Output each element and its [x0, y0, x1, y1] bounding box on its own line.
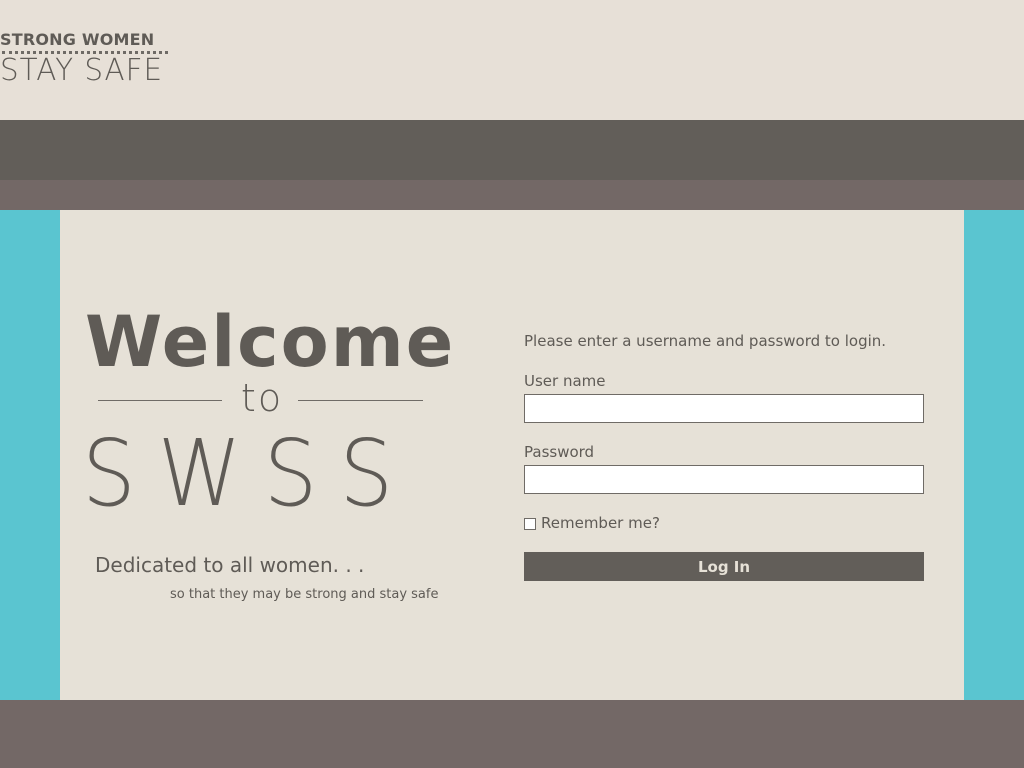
password-input[interactable]	[524, 465, 924, 494]
sub-nav-bar	[0, 180, 1024, 210]
remember-me-checkbox[interactable]	[524, 518, 536, 530]
username-input[interactable]	[524, 394, 924, 423]
welcome-to-text: to	[240, 376, 284, 420]
username-label: User name	[524, 372, 606, 390]
brand-name: SWSS	[82, 420, 416, 527]
logo-line-bottom: STAY SAFE	[0, 53, 164, 88]
main-content: Welcome to SWSS Dedicated to all women. …	[60, 210, 964, 700]
login-instructions: Please enter a username and password to …	[524, 332, 887, 350]
to-divider-left	[98, 400, 222, 401]
right-accent-border	[964, 210, 1024, 700]
sub-tagline: so that they may be strong and stay safe	[170, 587, 439, 602]
welcome-heading: Welcome	[85, 301, 456, 383]
site-footer	[0, 700, 1024, 768]
site-logo[interactable]: STRONG WOMEN STAY SAFE	[0, 31, 172, 87]
left-accent-border	[0, 210, 60, 700]
site-header: STRONG WOMEN STAY SAFE	[0, 0, 1024, 120]
login-button[interactable]: Log In	[524, 552, 924, 581]
tagline: Dedicated to all women. . .	[95, 553, 365, 577]
nav-bar	[0, 120, 1024, 180]
password-label: Password	[524, 443, 595, 461]
remember-me-label[interactable]: Remember me?	[541, 514, 660, 532]
logo-line-top: STRONG WOMEN	[0, 30, 155, 49]
to-divider-right	[298, 400, 423, 401]
